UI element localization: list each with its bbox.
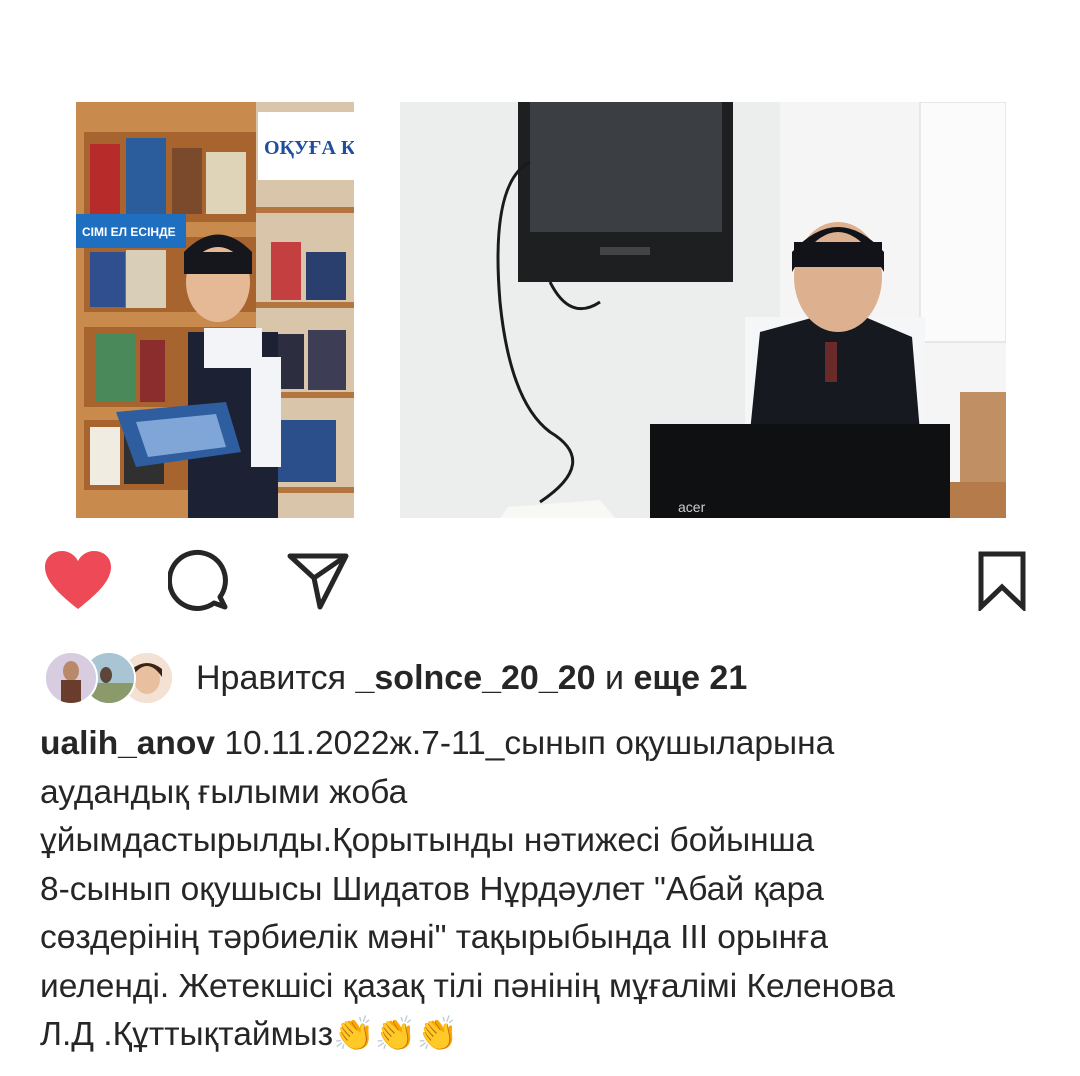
author-username[interactable]: ualih_anov xyxy=(40,725,215,762)
sign-text: СІМІ ЕЛ ЕСІНДЕ xyxy=(82,225,176,239)
comment-bubble-icon xyxy=(168,549,228,611)
like-button[interactable] xyxy=(42,545,114,617)
likes-others-count[interactable]: еще 21 xyxy=(633,659,747,697)
caption-line: Л.Д .Құттықтаймыз👏👏👏 xyxy=(40,1016,459,1053)
caption-line: 8-сынып оқушысы Шидатов Нұрдәулет "Абай … xyxy=(40,870,824,908)
post-action-bar xyxy=(0,545,1080,617)
caption-line: ұйымдастырылды.Қорытынды нәтижесі бойынш… xyxy=(40,822,815,859)
banner-text: ОҚУҒА К xyxy=(264,137,354,159)
liker-avatars xyxy=(44,651,174,705)
library-scene: ОҚУҒА К СІМІ ЕЛ ЕСІНДЕ xyxy=(76,102,354,518)
likes-conjunction: и xyxy=(605,658,625,697)
post-caption: ualih_anov 10.11.2022ж.7-11_сынып оқушыл… xyxy=(40,720,1050,1060)
photo-library[interactable]: ОҚУҒА К СІМІ ЕЛ ЕСІНДЕ xyxy=(76,102,354,518)
caption-line: аудандық ғылыми жоба xyxy=(40,773,408,811)
classroom-scene: acer xyxy=(400,102,1006,518)
save-button[interactable] xyxy=(966,545,1038,617)
likes-prefix: Нравится xyxy=(196,658,347,697)
caption-text: 10.11.2022ж.7-11_сынып оқушыларына xyxy=(224,725,835,762)
caption-line: иеленді. Жетекшісі қазақ тілі пәнінің мұ… xyxy=(40,967,895,1005)
liker-username[interactable]: _solnce_20_20 xyxy=(355,659,595,697)
post-media: ОҚУҒА К СІМІ ЕЛ ЕСІНДЕ acer xyxy=(0,102,1080,518)
comment-button[interactable] xyxy=(164,545,236,617)
avatar xyxy=(44,651,98,705)
photo-classroom[interactable]: acer xyxy=(400,102,1006,518)
likes-summary[interactable]: Нравится _solnce_20_20 и еще 21 xyxy=(44,650,747,706)
caption-line: ualih_anov 10.11.2022ж.7-11_сынып оқушыл… xyxy=(40,720,1050,769)
likes-text: Нравится _solnce_20_20 и еще 21 xyxy=(196,659,747,698)
laptop-brand: acer xyxy=(678,499,706,515)
heart-icon xyxy=(45,551,111,609)
share-button[interactable] xyxy=(282,545,354,617)
caption-line: сөздерінің тәрбиелік мәні" тақырыбында І… xyxy=(40,919,829,956)
paper-plane-icon xyxy=(287,553,349,610)
bookmark-icon xyxy=(978,551,1026,611)
